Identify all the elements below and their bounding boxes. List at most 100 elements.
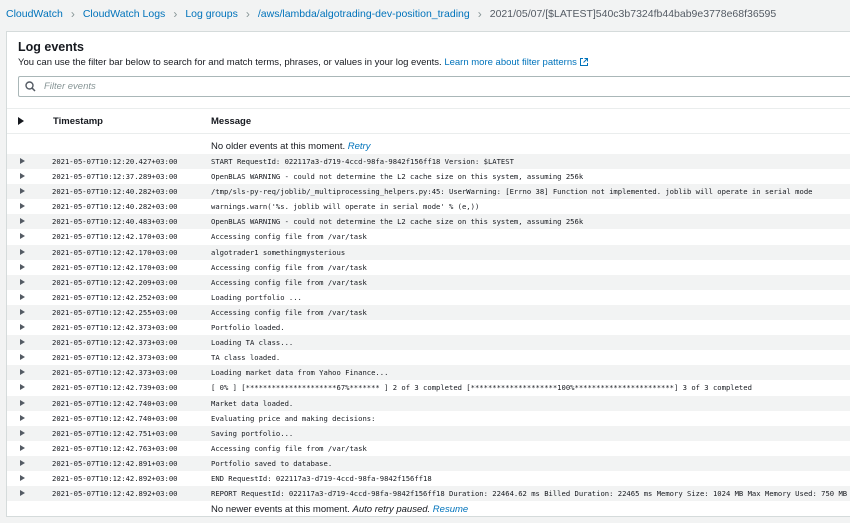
log-message: Saving portfolio...: [211, 428, 294, 438]
expand-caret-icon[interactable]: [20, 384, 25, 391]
filter-events-field[interactable]: [18, 76, 850, 97]
expand-caret-icon[interactable]: [20, 308, 25, 315]
log-event-row[interactable]: 2021-05-07T10:12:40.483+03:00 OpenBLAS WA…: [7, 214, 850, 230]
log-event-row[interactable]: 2021-05-07T10:12:42.739+03:00 [ 0% ] [***…: [7, 380, 850, 395]
newer-events-notice: No newer events at this moment. Auto ret…: [211, 504, 468, 515]
log-event-row[interactable]: 2021-05-07T10:12:42.373+03:00 Loading TA …: [7, 335, 850, 351]
log-event-row[interactable]: 2021-05-07T10:12:42.252+03:00 Loading por…: [7, 290, 850, 305]
table-header: Timestamp Message: [7, 108, 850, 134]
search-icon: [25, 81, 36, 92]
log-timestamp: 2021-05-07T10:12:37.289+03:00: [52, 172, 178, 182]
expand-caret-icon[interactable]: [20, 158, 25, 164]
log-timestamp: 2021-05-07T10:12:40.483+03:00: [52, 217, 178, 227]
expand-caret-icon[interactable]: [20, 188, 25, 195]
log-timestamp: 2021-05-07T10:12:42.170+03:00: [52, 232, 178, 242]
log-event-row[interactable]: 2021-05-07T10:12:42.373+03:00 Loading mar…: [7, 365, 850, 381]
panel-title: Log events: [18, 40, 84, 54]
log-event-row[interactable]: 2021-05-07T10:12:42.891+03:00 Portfolio s…: [7, 455, 850, 471]
expand-caret-icon[interactable]: [20, 490, 25, 497]
expand-caret-icon[interactable]: [20, 459, 25, 466]
expand-caret-icon[interactable]: [20, 324, 25, 331]
log-timestamp: 2021-05-07T10:12:42.892+03:00: [52, 489, 178, 499]
log-message: algotrader1 somethingmysterious: [211, 247, 346, 257]
expand-caret-icon[interactable]: [20, 474, 25, 481]
breadcrumb-log-groups[interactable]: Log groups: [185, 8, 238, 20]
log-timestamp: 2021-05-07T10:12:42.739+03:00: [52, 383, 178, 393]
chevron-right-icon: ›: [173, 7, 178, 21]
resume-link[interactable]: Resume: [433, 504, 468, 515]
log-event-row[interactable]: 2021-05-07T10:12:42.170+03:00 Accessing c…: [7, 260, 850, 275]
expand-caret-icon[interactable]: [20, 339, 25, 346]
breadcrumb: CloudWatch › CloudWatch Logs › Log group…: [0, 0, 850, 28]
log-event-row[interactable]: 2021-05-07T10:12:42.740+03:00 Market data…: [7, 395, 850, 411]
log-event-row[interactable]: 2021-05-07T10:12:42.763+03:00 Accessing c…: [7, 441, 850, 456]
log-message: Accessing config file from /var/task: [211, 307, 367, 317]
log-events-list: 2021-05-07T10:12:20.427+03:00 START Reque…: [7, 154, 850, 502]
log-timestamp: 2021-05-07T10:12:42.373+03:00: [52, 368, 178, 378]
log-event-row[interactable]: 2021-05-07T10:12:37.289+03:00 OpenBLAS WA…: [7, 169, 850, 184]
expand-caret-icon[interactable]: [20, 248, 25, 255]
expand-caret-icon[interactable]: [20, 278, 25, 285]
log-timestamp: 2021-05-07T10:12:42.373+03:00: [52, 338, 178, 348]
log-timestamp: 2021-05-07T10:12:40.282+03:00: [52, 202, 178, 212]
retry-link[interactable]: Retry: [348, 141, 371, 152]
expand-caret-icon[interactable]: [20, 429, 25, 436]
breadcrumb-log-stream: 2021/05/07/[$LATEST]540c3b7324fb44bab9e3…: [489, 8, 777, 20]
log-events-panel: Log events You can use the filter bar be…: [6, 31, 850, 517]
log-message: /tmp/sls-py-req/joblib/_multiprocessing_…: [211, 187, 813, 197]
learn-more-label: Learn more about filter patterns: [444, 57, 577, 68]
log-message: Portfolio loaded.: [211, 323, 285, 333]
breadcrumb-log-group[interactable]: /aws/lambda/algotrading-dev-position_tra…: [258, 8, 470, 20]
log-timestamp: 2021-05-07T10:12:42.740+03:00: [52, 413, 178, 423]
expand-caret-icon[interactable]: [20, 293, 25, 300]
breadcrumb-cloudwatch[interactable]: CloudWatch: [6, 8, 63, 20]
log-message: Market data loaded.: [211, 398, 294, 408]
expand-caret-icon[interactable]: [20, 354, 25, 361]
log-event-row[interactable]: 2021-05-07T10:12:42.751+03:00 Saving port…: [7, 425, 850, 441]
log-event-row[interactable]: 2021-05-07T10:12:40.282+03:00/tmp/sls-py…: [7, 184, 850, 200]
log-event-row[interactable]: 2021-05-07T10:12:42.209+03:00 Accessing c…: [7, 274, 850, 290]
log-event-row[interactable]: 2021-05-07T10:12:42.373+03:00 TA class lo…: [7, 350, 850, 365]
log-event-row[interactable]: 2021-05-07T10:12:42.740+03:00 Evaluating …: [7, 411, 850, 426]
log-event-row[interactable]: 2021-05-07T10:12:42.170+03:00 Accessing c…: [7, 229, 850, 244]
expand-caret-icon[interactable]: [20, 369, 25, 376]
log-timestamp: 2021-05-07T10:12:42.209+03:00: [52, 277, 178, 287]
log-event-row[interactable]: 2021-05-07T10:12:42.255+03:00 Accessing c…: [7, 304, 850, 321]
log-message: Accessing config file from /var/task: [211, 262, 367, 272]
log-message: Loading market data from Yahoo Finance..…: [211, 368, 389, 378]
log-event-row[interactable]: 2021-05-07T10:12:42.373+03:00 Portfolio l…: [7, 320, 850, 335]
expand-caret-icon[interactable]: [20, 218, 25, 225]
breadcrumb-cloudwatch-logs[interactable]: CloudWatch Logs: [83, 8, 166, 20]
log-message: OpenBLAS WARNING - could not determine t…: [211, 217, 584, 227]
learn-more-link[interactable]: Learn more about filter patterns: [444, 57, 589, 68]
auto-retry-text: Auto retry paused.: [352, 504, 431, 515]
log-message: Loading portfolio ...: [211, 292, 302, 302]
expand-caret-icon[interactable]: [20, 203, 25, 210]
log-message: Accessing config file from /var/task: [211, 232, 367, 242]
older-events-text: No older events at this moment.: [211, 141, 346, 152]
filter-events-input[interactable]: [42, 80, 746, 93]
log-event-row[interactable]: 2021-05-07T10:12:42.170+03:00 algotrader1…: [7, 244, 850, 260]
chevron-right-icon: ›: [477, 7, 482, 21]
expand-caret-icon[interactable]: [20, 444, 25, 451]
chevron-right-icon: ›: [70, 7, 75, 21]
log-message: warnings.warn('%s. joblib will operate i…: [211, 202, 480, 212]
expand-caret-icon[interactable]: [20, 399, 25, 406]
expand-all-caret-icon[interactable]: [18, 117, 24, 125]
expand-caret-icon[interactable]: [20, 233, 25, 240]
log-event-row[interactable]: 2021-05-07T10:12:40.282+03:00 warnings.wa…: [7, 199, 850, 214]
expand-caret-icon[interactable]: [20, 263, 25, 270]
column-header-message[interactable]: Message: [211, 116, 251, 127]
log-message: Accessing config file from /var/task: [211, 443, 367, 453]
log-event-row[interactable]: 2021-05-07T10:12:20.427+03:00 START Reque…: [7, 154, 850, 170]
chevron-right-icon: ›: [245, 7, 250, 21]
expand-caret-icon[interactable]: [20, 414, 25, 421]
log-event-row[interactable]: 2021-05-07T10:12:42.892+03:00 REPORT Requ…: [7, 486, 850, 502]
column-header-timestamp[interactable]: Timestamp: [53, 116, 103, 127]
external-link-icon: [579, 58, 588, 66]
log-message: Loading TA class...: [211, 338, 294, 348]
expand-caret-icon[interactable]: [20, 173, 25, 180]
log-message: OpenBLAS WARNING - could not determine t…: [211, 172, 584, 182]
log-event-row[interactable]: 2021-05-07T10:12:42.892+03:00 END Request…: [7, 471, 850, 486]
log-timestamp: 2021-05-07T10:12:42.763+03:00: [52, 443, 178, 453]
